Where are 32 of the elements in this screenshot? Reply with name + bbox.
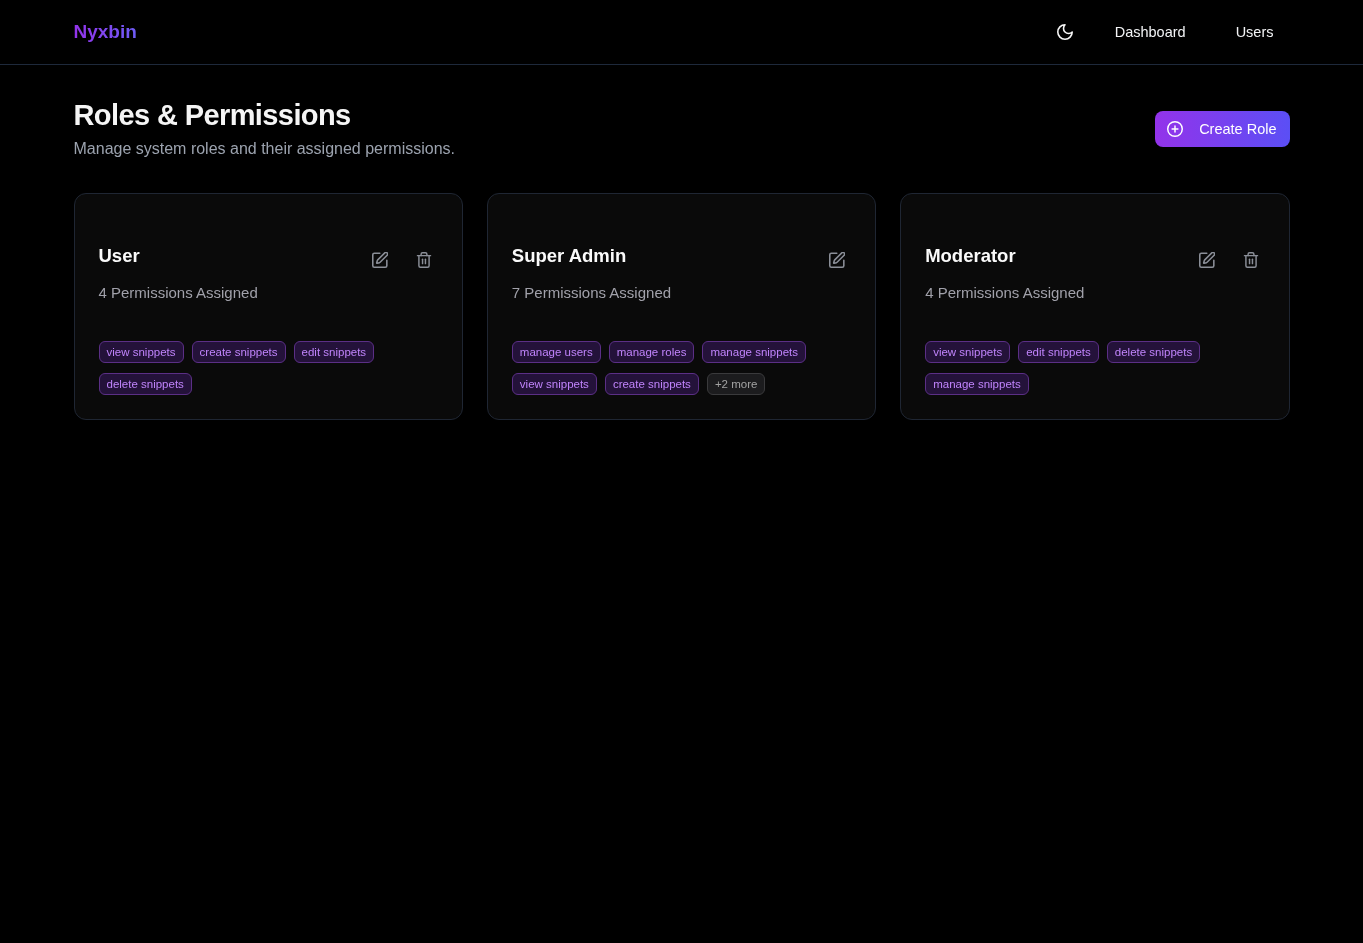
- permission-tag: view snippets: [925, 341, 1011, 363]
- role-name: Super Admin: [511, 244, 627, 268]
- permission-tag: edit snippets: [1018, 341, 1099, 363]
- permission-tag: edit snippets: [293, 341, 375, 363]
- permission-tag: create snippets: [604, 373, 699, 395]
- trash-icon: [1242, 252, 1259, 268]
- page-subtitle: Manage system roles and their assigned permissions.: [73, 139, 455, 159]
- permission-tag: delete snippets: [1106, 341, 1201, 363]
- pencil-square-icon: [1198, 252, 1215, 268]
- role-name: User: [98, 244, 140, 268]
- nav-link[interactable]: Users: [1219, 14, 1290, 50]
- permission-count: 7 Permissions Assigned: [511, 283, 673, 303]
- more-count-tag: +2 more: [706, 373, 766, 395]
- trash-icon: [415, 252, 432, 268]
- permission-tag: manage users: [511, 341, 601, 363]
- create-role-button[interactable]: Create Role: [1155, 111, 1290, 147]
- permission-tag: manage snippets: [702, 341, 806, 363]
- permission-count: 4 Permissions Assigned: [925, 283, 1086, 303]
- moon-icon: [1056, 24, 1073, 40]
- nav-link[interactable]: Dashboard: [1098, 14, 1202, 50]
- pencil-square-icon: [829, 252, 846, 268]
- permission-tag: view snippets: [98, 341, 184, 363]
- role-name: Moderator: [925, 244, 1016, 268]
- plus-circle-icon: [1167, 121, 1184, 137]
- permission-tag: create snippets: [191, 341, 286, 363]
- pencil-square-icon: [371, 252, 388, 268]
- permission-tag: view snippets: [511, 373, 597, 395]
- permission-tag: delete snippets: [98, 373, 192, 395]
- permission-tag: manage roles: [608, 341, 695, 363]
- page-title: Roles & Permissions: [73, 98, 352, 133]
- permission-tag: manage snippets: [925, 373, 1029, 395]
- permission-count: 4 Permissions Assigned: [98, 283, 259, 303]
